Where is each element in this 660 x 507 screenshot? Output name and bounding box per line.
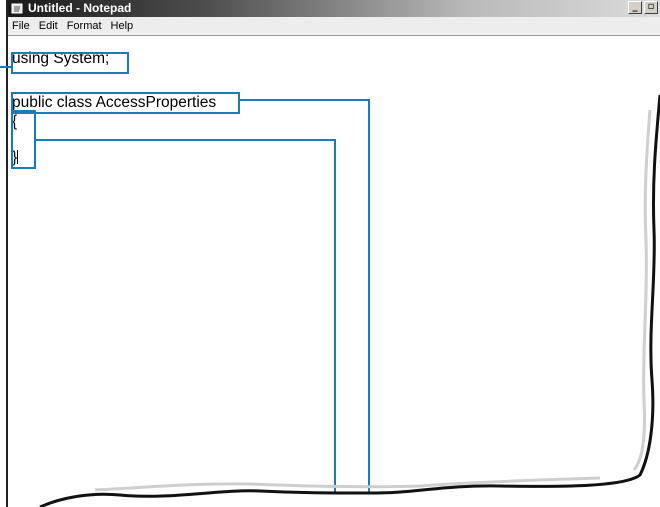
- torn-paper-edge: [39, 94, 660, 507]
